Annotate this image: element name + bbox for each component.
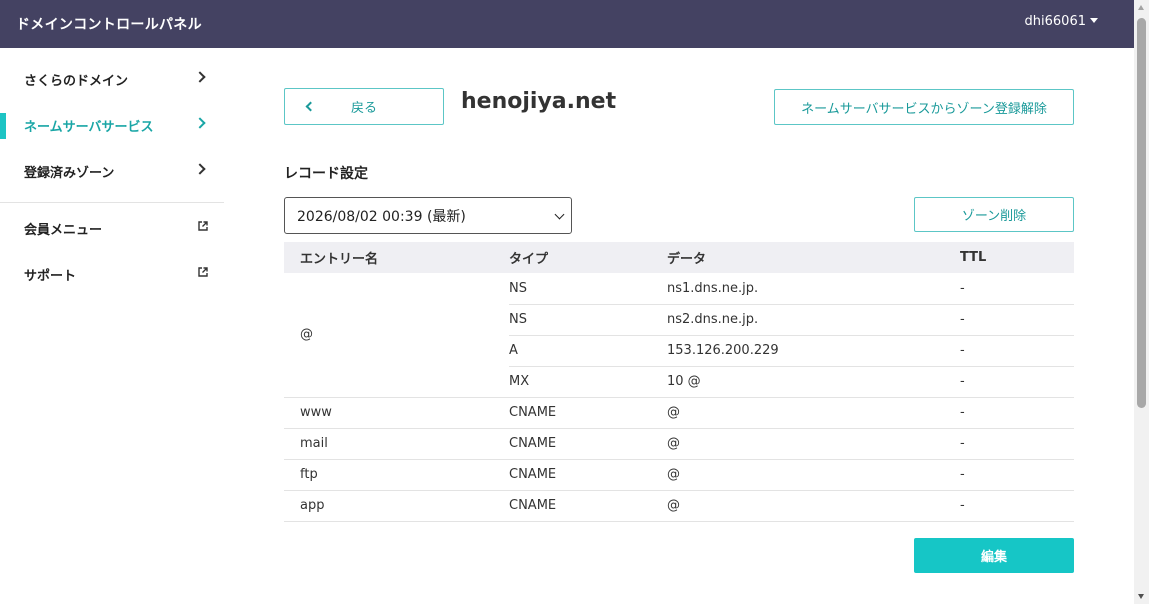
sidebar-link-label: サポート [24, 268, 77, 284]
sidebar-item-label: 登録済みゾーン [24, 165, 115, 181]
data-cell: ns1.dns.ne.jp. [667, 273, 960, 305]
type-cell: NS [509, 304, 667, 336]
column-header-data: データ [667, 242, 960, 273]
section-title: レコード設定 [284, 166, 368, 182]
table-row: app CNAME @ - [284, 490, 1074, 522]
caret-down-icon [1090, 18, 1098, 23]
chevron-right-icon [194, 117, 206, 129]
ttl-cell: - [960, 304, 1074, 336]
type-cell: A [509, 335, 667, 367]
sidebar-item-label: さくらのドメイン [24, 73, 129, 89]
delete-zone-button[interactable]: ゾーン削除 [914, 197, 1074, 232]
type-cell: CNAME [509, 428, 667, 460]
table-row: mail CNAME @ - [284, 428, 1074, 460]
version-select[interactable]: 2026/08/02 00:39 (最新) [284, 197, 572, 234]
unregister-zone-button[interactable]: ネームサーバサービスからゾーン登録解除 [774, 89, 1074, 125]
records-table: エントリー名 タイプ データ TTL @ NS ns1.dns.ne.jp. -… [284, 242, 1074, 522]
scrollbar-thumb[interactable] [1137, 18, 1146, 408]
chevron-down-icon [554, 209, 565, 220]
sidebar-link-label: 会員メニュー [24, 222, 103, 238]
type-cell: NS [509, 273, 667, 305]
scroll-up-icon[interactable] [1138, 5, 1144, 10]
ttl-cell: - [960, 273, 1074, 305]
sidebar-divider [0, 202, 224, 203]
version-select-value: 2026/08/02 00:39 (最新) [297, 208, 466, 225]
column-header-entry: エントリー名 [284, 242, 509, 273]
column-header-type: タイプ [509, 242, 667, 273]
back-button[interactable]: 戻る [284, 88, 444, 125]
type-cell: CNAME [509, 397, 667, 429]
type-cell: CNAME [509, 490, 667, 522]
ttl-cell: - [960, 490, 1074, 522]
data-cell: 153.126.200.229 [667, 335, 960, 367]
chevron-right-icon [194, 71, 206, 83]
table-row: www CNAME @ - [284, 397, 1074, 429]
entry-cell: mail [284, 428, 509, 460]
sidebar-item-registered-zones[interactable]: 登録済みゾーン [0, 148, 224, 194]
sidebar-link-member-menu[interactable]: 会員メニュー [0, 205, 224, 251]
ttl-cell: - [960, 366, 1074, 398]
top-header: ドメインコントロールパネル dhi66061 [0, 0, 1134, 48]
sidebar-link-support[interactable]: サポート [0, 251, 224, 297]
chevron-right-icon [194, 163, 206, 175]
external-link-icon [198, 267, 208, 277]
table-row: ftp CNAME @ - [284, 459, 1074, 491]
data-cell: 10 @ [667, 366, 960, 398]
entry-cell: ftp [284, 459, 509, 491]
app-title[interactable]: ドメインコントロールパネル [16, 14, 202, 34]
type-cell: MX [509, 366, 667, 398]
data-cell: @ [667, 428, 960, 460]
external-link-icon [198, 221, 208, 231]
chevron-left-icon [305, 101, 316, 112]
username: dhi66061 [1024, 14, 1086, 29]
data-cell: @ [667, 490, 960, 522]
user-menu[interactable]: dhi66061 [1025, 14, 1098, 29]
sidebar-item-sakura-domain[interactable]: さくらのドメイン [0, 56, 224, 102]
back-button-label: 戻る [350, 101, 377, 116]
table-row: @ NS ns1.dns.ne.jp. - [284, 273, 1074, 398]
entry-cell: app [284, 490, 509, 522]
ttl-cell: - [960, 335, 1074, 367]
data-cell: @ [667, 397, 960, 429]
entry-cell: @ [284, 273, 509, 398]
ttl-cell: - [960, 428, 1074, 460]
scroll-down-icon[interactable] [1138, 594, 1144, 599]
data-cell: ns2.dns.ne.jp. [667, 304, 960, 336]
data-cell: @ [667, 459, 960, 491]
table-header-row: エントリー名 タイプ データ TTL [284, 242, 1074, 273]
entry-cell: www [284, 397, 509, 429]
sidebar-item-label: ネームサーバサービス [24, 119, 154, 135]
edit-button[interactable]: 編集 [914, 538, 1074, 573]
column-header-ttl: TTL [960, 242, 1074, 273]
type-cell: CNAME [509, 459, 667, 491]
page-scrollbar[interactable] [1134, 0, 1149, 604]
sidebar-item-nameserver-service[interactable]: ネームサーバサービス [0, 102, 224, 148]
page-title: henojiya.net [461, 89, 617, 114]
ttl-cell: - [960, 397, 1074, 429]
sidebar: さくらのドメイン ネームサーバサービス 登録済みゾーン 会員メニュー サポート [0, 48, 224, 297]
ttl-cell: - [960, 459, 1074, 491]
